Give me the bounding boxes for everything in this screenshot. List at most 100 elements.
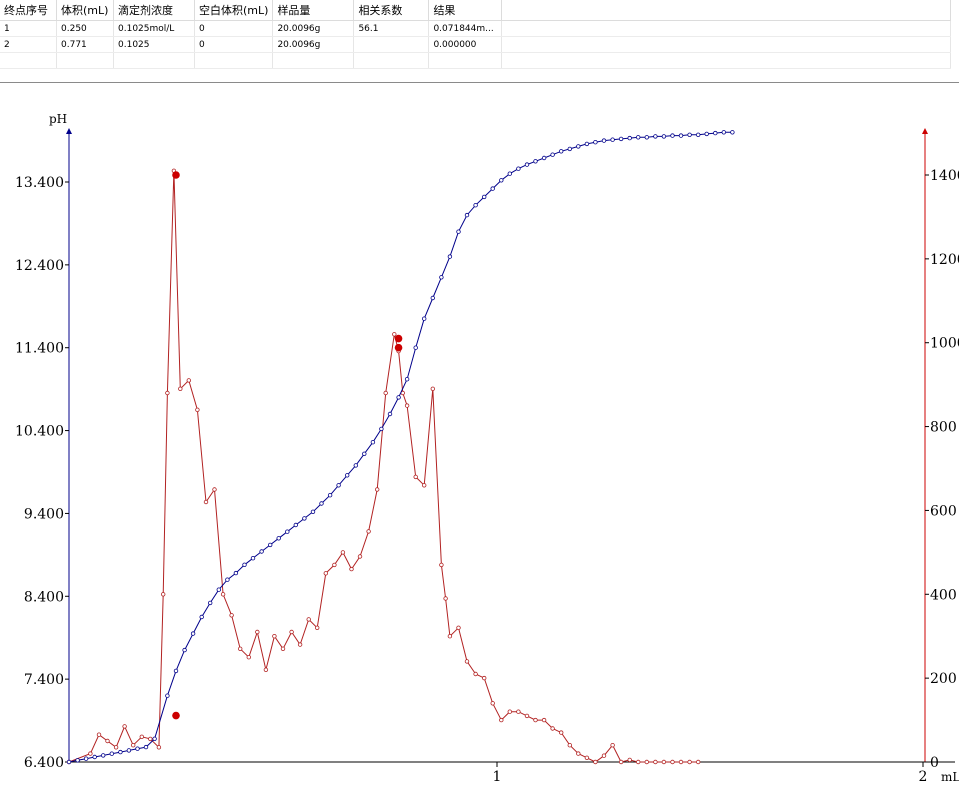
derivative-point xyxy=(366,529,371,534)
ph-point xyxy=(576,144,581,149)
ph-point xyxy=(593,139,598,145)
column-header-blank-volume[interactable]: 空白体积(mL) xyxy=(194,0,274,21)
x-tick-label: 2 xyxy=(919,769,928,785)
derivative-point xyxy=(113,745,119,750)
ph-point xyxy=(268,542,273,548)
left-tick-label: 11.400 xyxy=(15,341,64,357)
derivative-point xyxy=(156,745,162,750)
x-axis-label: mL xyxy=(941,770,959,784)
derivative-point xyxy=(644,759,649,765)
cell-volume: 0.771 xyxy=(56,36,114,53)
right-tick-label: 1400 xyxy=(930,168,959,184)
derivative-point xyxy=(443,596,448,601)
cell-blank-volume xyxy=(194,52,274,69)
ph-point xyxy=(721,130,726,135)
derivative-point xyxy=(122,724,127,729)
cell-result xyxy=(428,52,503,69)
endpoint-marker-derivative xyxy=(172,171,180,179)
ph-point xyxy=(499,178,504,183)
cell-correlation xyxy=(353,36,430,53)
derivative-point xyxy=(130,743,136,748)
ph-point xyxy=(387,411,393,417)
cell-titrant-concentration: 0.1025 xyxy=(113,36,195,53)
derivative-point xyxy=(456,625,461,630)
ph-point xyxy=(601,138,607,143)
derivative-point xyxy=(88,751,93,756)
ph-point xyxy=(190,631,196,636)
left-axis-arrow xyxy=(66,128,72,134)
ph-point xyxy=(182,647,187,653)
right-tick-label: 1000 xyxy=(930,336,959,352)
right-tick-label: 200 xyxy=(930,671,957,687)
ph-point xyxy=(636,135,641,140)
derivative-point xyxy=(229,613,234,618)
cell-correlation xyxy=(353,52,430,69)
ph-point xyxy=(644,135,649,140)
derivative-point xyxy=(413,474,418,480)
ph-point xyxy=(242,562,247,567)
derivative-point xyxy=(148,736,153,742)
derivative-point xyxy=(524,713,530,719)
ph-point xyxy=(413,345,418,350)
left-tick-label: 8.400 xyxy=(24,589,64,605)
ph-point xyxy=(541,155,547,161)
right-tick-label: 800 xyxy=(930,420,957,436)
derivative-point xyxy=(178,386,183,391)
column-header-volume[interactable]: 体积(mL) xyxy=(56,0,114,21)
ph-point xyxy=(379,426,384,432)
derivative-point xyxy=(280,646,286,651)
ph-point xyxy=(75,758,80,763)
right-axis-ticks: 0 200 400 600 800 1000 1200 1400 xyxy=(925,168,959,771)
ph-point xyxy=(670,133,675,138)
cell-sample-amount xyxy=(272,52,355,69)
derivative-point xyxy=(237,646,243,651)
derivative-point xyxy=(263,667,269,672)
table-row[interactable] xyxy=(0,52,952,69)
cell-endpoint-no xyxy=(0,52,57,69)
ph-point xyxy=(533,159,538,164)
derivative-point xyxy=(696,759,701,765)
ph-point xyxy=(490,186,495,191)
ph-point xyxy=(327,493,333,498)
column-header-filler xyxy=(501,0,952,21)
cell-titrant-concentration: 0.1025mol/L xyxy=(113,20,195,37)
column-header-titrant-concentration[interactable]: 滴定剂浓度 xyxy=(113,0,195,21)
x-tick-label: 1 xyxy=(493,769,502,785)
ph-point xyxy=(464,212,470,218)
ph-point xyxy=(370,440,376,445)
derivative-point xyxy=(618,759,624,765)
ph-point xyxy=(507,171,512,176)
endpoint-marker-ph xyxy=(172,711,180,720)
ph-point xyxy=(173,668,179,674)
left-tick-label: 12.400 xyxy=(15,258,64,274)
derivative-point xyxy=(559,730,564,735)
derivative-point xyxy=(636,759,641,765)
table-row[interactable]: 1 0.250 0.1025mol/L 0 20.0096g 56.1 0.07… xyxy=(0,20,952,37)
ph-point xyxy=(109,751,114,756)
ph-point xyxy=(430,295,435,301)
ph-point xyxy=(310,509,316,514)
derivative-point xyxy=(272,634,277,639)
results-table: 终点序号 体积(mL) 滴定剂浓度 空白体积(mL) 样品量 相关系数 结果 1… xyxy=(0,0,952,69)
ph-point xyxy=(678,133,684,138)
ph-point xyxy=(653,134,658,139)
column-header-sample-amount[interactable]: 样品量 xyxy=(272,0,355,21)
derivative-point xyxy=(653,759,658,765)
derivative-point xyxy=(661,759,667,765)
ph-point xyxy=(362,451,367,456)
table-row[interactable]: 2 0.771 0.1025 0 20.0096g 0.000000 xyxy=(0,36,952,53)
ph-point xyxy=(516,166,521,171)
ph-point xyxy=(696,132,701,137)
column-header-correlation[interactable]: 相关系数 xyxy=(353,0,430,21)
ph-point xyxy=(293,522,298,528)
column-header-result[interactable]: 结果 xyxy=(428,0,503,21)
panel-divider[interactable] xyxy=(0,82,959,83)
column-header-endpoint-no[interactable]: 终点序号 xyxy=(0,0,57,21)
ph-point xyxy=(165,693,170,698)
ph-point xyxy=(233,570,239,576)
endpoint-marker-derivative xyxy=(394,334,403,343)
derivative-point xyxy=(332,562,337,568)
derivative-point xyxy=(533,717,538,723)
derivative-point xyxy=(195,407,200,412)
ph-point xyxy=(627,135,632,141)
